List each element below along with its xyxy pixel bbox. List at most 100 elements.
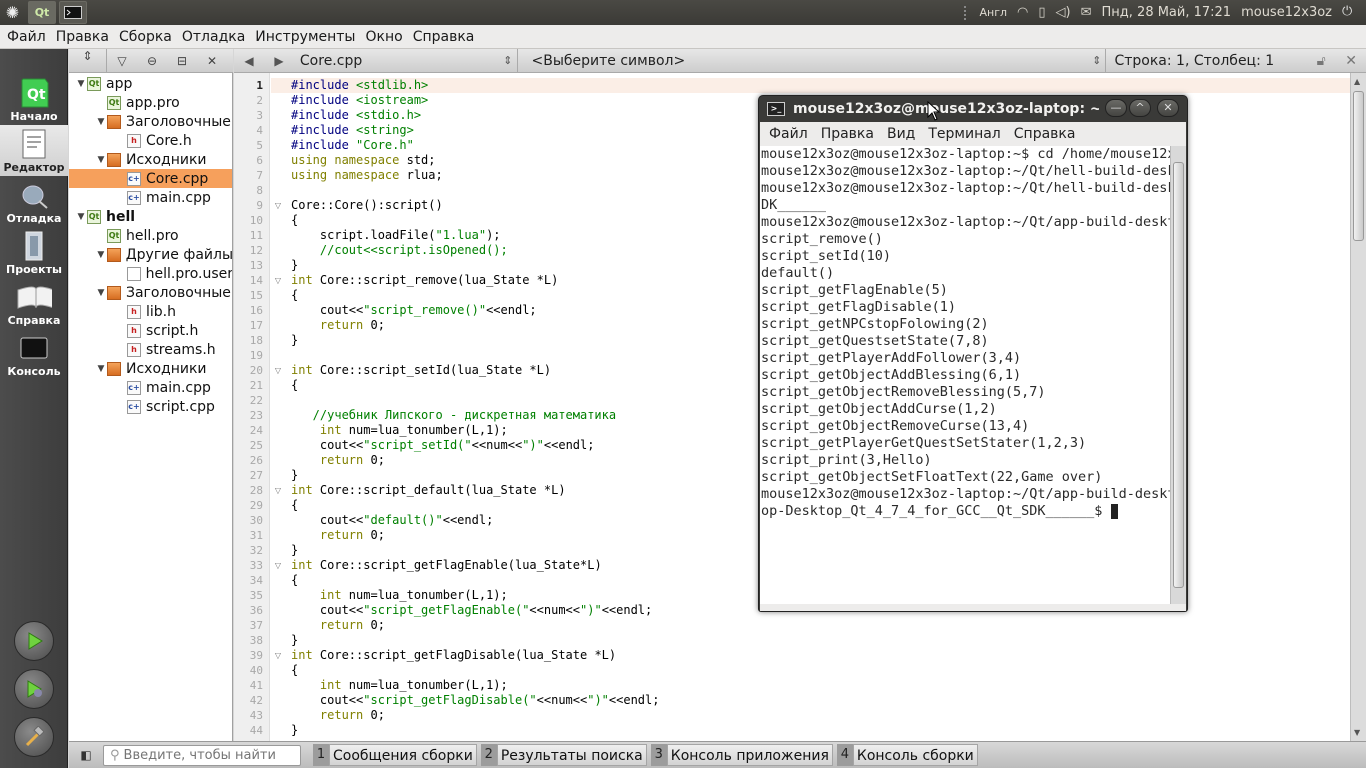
volume-icon[interactable]: ◁) xyxy=(1056,5,1071,20)
expand-arrow-icon[interactable]: ▼ xyxy=(75,212,87,222)
cpp-file-icon: c+ xyxy=(127,190,141,205)
open-document-dropdown[interactable]: Core.cpp xyxy=(294,48,518,73)
locator-input[interactable] xyxy=(123,747,292,763)
menu-file[interactable]: Файл xyxy=(0,29,51,45)
fold-marker-icon[interactable]: ▽ xyxy=(273,558,283,573)
pro-file-icon: Qt xyxy=(87,209,101,224)
taskbar-qtcreator[interactable]: Qt xyxy=(28,1,56,24)
tree-item[interactable]: Qt hell.pro xyxy=(69,226,232,245)
build-button[interactable] xyxy=(14,717,54,757)
tree-item[interactable]: hell.pro.user xyxy=(69,264,232,283)
tree-item[interactable]: ▼ Исходники xyxy=(69,359,232,378)
back-arrow-icon[interactable]: ◀ xyxy=(234,54,264,68)
terminal-menu-file[interactable]: Файл xyxy=(760,126,813,142)
scroll-up-arrow-icon[interactable]: ▲ xyxy=(1354,77,1360,86)
code-token: int xyxy=(291,558,320,572)
wifi-icon[interactable]: ◠ xyxy=(1017,5,1028,20)
expand-arrow-icon[interactable]: ▼ xyxy=(95,117,107,127)
mode-help[interactable]: Справка xyxy=(0,278,68,329)
tree-item[interactable]: h Core.h xyxy=(69,131,232,150)
menu-build[interactable]: Сборка xyxy=(114,29,177,45)
tree-item[interactable]: ▼ Исходники xyxy=(69,150,232,169)
terminal-scrollbar-thumb[interactable] xyxy=(1173,162,1184,588)
debug-run-button[interactable] xyxy=(14,669,54,709)
tree-item[interactable]: ▼ Заголовочные xyxy=(69,112,232,131)
run-button[interactable] xyxy=(14,621,54,661)
code-token: <<endl; xyxy=(442,513,494,527)
minimize-button[interactable]: — xyxy=(1105,99,1127,117)
tree-item[interactable]: c+ main.cpp xyxy=(69,188,232,207)
code-token: Core::script_getFlagEnable(lua_State*L) xyxy=(319,558,602,572)
tree-item[interactable]: Qt app.pro xyxy=(69,93,232,112)
ubuntu-logo-icon[interactable]: ✺ xyxy=(0,0,25,25)
symbol-dropdown[interactable]: <Выберите символ> xyxy=(518,48,1107,73)
power-icon[interactable]: ⏻ xyxy=(1342,4,1358,20)
fold-marker-icon[interactable]: ▽ xyxy=(273,483,283,498)
filter-icon[interactable]: ▽ xyxy=(107,54,137,68)
mode-console[interactable]: Консоль xyxy=(0,329,68,380)
menu-window[interactable]: Окно xyxy=(360,29,407,45)
menu-tools[interactable]: Инструменты xyxy=(250,29,360,45)
mode-editor[interactable]: Редактор xyxy=(0,125,68,176)
tree-item[interactable]: h streams.h xyxy=(69,340,232,359)
user-menu[interactable]: mouse12x3oz xyxy=(1241,5,1332,20)
terminal-menu-terminal[interactable]: Терминал xyxy=(923,126,1005,142)
expand-arrow-icon[interactable]: ▼ xyxy=(95,288,107,298)
tree-item[interactable]: c+ Core.cpp xyxy=(69,169,232,188)
split-icon[interactable]: ⊟ xyxy=(167,54,197,68)
mode-projects[interactable]: Проекты xyxy=(0,227,68,278)
taskbar-terminal[interactable] xyxy=(59,1,87,24)
scroll-down-arrow-icon[interactable]: ▼ xyxy=(1354,728,1360,737)
tree-item[interactable]: c+ script.cpp xyxy=(69,397,232,416)
output-tab-compile-output[interactable]: 4 Консоль сборки xyxy=(836,744,978,766)
scrollbar-thumb[interactable] xyxy=(1353,91,1364,241)
menu-debug[interactable]: Отладка xyxy=(177,29,250,45)
menu-edit[interactable]: Правка xyxy=(51,29,114,45)
output-tab-search-results[interactable]: 2 Результаты поиска xyxy=(480,744,647,766)
terminal-window[interactable]: >_ mouse12x3oz@mouse12x3oz-laptop: ~/C —… xyxy=(758,95,1188,612)
locator-field[interactable]: ⚲ xyxy=(103,744,301,766)
close-document-icon[interactable]: ✕ xyxy=(1336,53,1366,69)
code-line: script.loadFile("1.lua"); xyxy=(291,228,501,243)
mail-icon[interactable]: ✉ xyxy=(1081,5,1092,20)
expand-arrow-icon[interactable]: ▼ xyxy=(75,79,87,89)
terminal-scrollbar[interactable] xyxy=(1170,146,1186,604)
toggle-sidebar-icon[interactable]: ◧ xyxy=(69,748,103,762)
terminal-menu-edit[interactable]: Правка xyxy=(816,126,879,142)
sync-link-icon[interactable]: ⊖ xyxy=(137,54,167,68)
battery-icon[interactable]: ▯ xyxy=(1038,5,1045,20)
close-button[interactable]: ✕ xyxy=(1157,99,1179,117)
keyboard-layout-indicator[interactable]: Англ xyxy=(980,6,1008,19)
output-tab-application-output[interactable]: 3 Консоль приложения xyxy=(650,744,833,766)
expand-arrow-icon[interactable]: ▼ xyxy=(95,364,107,374)
clock[interactable]: Пнд, 28 Май, 17:21 xyxy=(1102,5,1232,20)
tree-item[interactable]: h lib.h xyxy=(69,302,232,321)
tree-item[interactable]: ▼ Другие файлы xyxy=(69,245,232,264)
tree-item[interactable]: h script.h xyxy=(69,321,232,340)
fold-marker-icon[interactable]: ▽ xyxy=(273,363,283,378)
expand-arrow-icon[interactable]: ▼ xyxy=(95,250,107,260)
output-tab-build-messages[interactable]: 1 Сообщения сборки xyxy=(313,744,477,766)
terminal-output[interactable]: mouse12x3oz@mouse12x3oz-laptop:~$ cd /ho… xyxy=(760,146,1170,604)
terminal-menu-view[interactable]: Вид xyxy=(882,126,920,142)
expand-arrow-icon[interactable]: ▼ xyxy=(95,155,107,165)
fold-marker-icon[interactable]: ▽ xyxy=(273,198,283,213)
maximize-button[interactable]: ^ xyxy=(1129,99,1151,117)
fold-marker-icon[interactable]: ▽ xyxy=(273,273,283,288)
tree-item[interactable]: ▼ Заголовочные xyxy=(69,283,232,302)
tree-item[interactable]: ▼ Qt app xyxy=(69,74,232,93)
fold-marker-icon[interactable]: ▽ xyxy=(273,648,283,663)
terminal-menu-help[interactable]: Справка xyxy=(1009,126,1081,142)
tree-item[interactable]: ▼ Qt hell xyxy=(69,207,232,226)
mode-debug[interactable]: Отладка xyxy=(0,176,68,227)
menu-help[interactable]: Справка xyxy=(408,29,480,45)
code-token: { xyxy=(291,213,299,227)
forward-arrow-icon[interactable]: ▶ xyxy=(264,54,294,68)
view-selector-dropdown[interactable]: ⇕ xyxy=(69,48,107,73)
lock-icon[interactable]: 🔓︎ xyxy=(1306,53,1336,69)
tray-separator xyxy=(963,5,970,20)
mode-welcome[interactable]: Qt Начало xyxy=(0,74,68,125)
close-panel-icon[interactable]: ✕ xyxy=(197,54,227,68)
tree-item[interactable]: c+ main.cpp xyxy=(69,378,232,397)
editor-scrollbar[interactable]: ▲ ▼ xyxy=(1350,73,1366,741)
